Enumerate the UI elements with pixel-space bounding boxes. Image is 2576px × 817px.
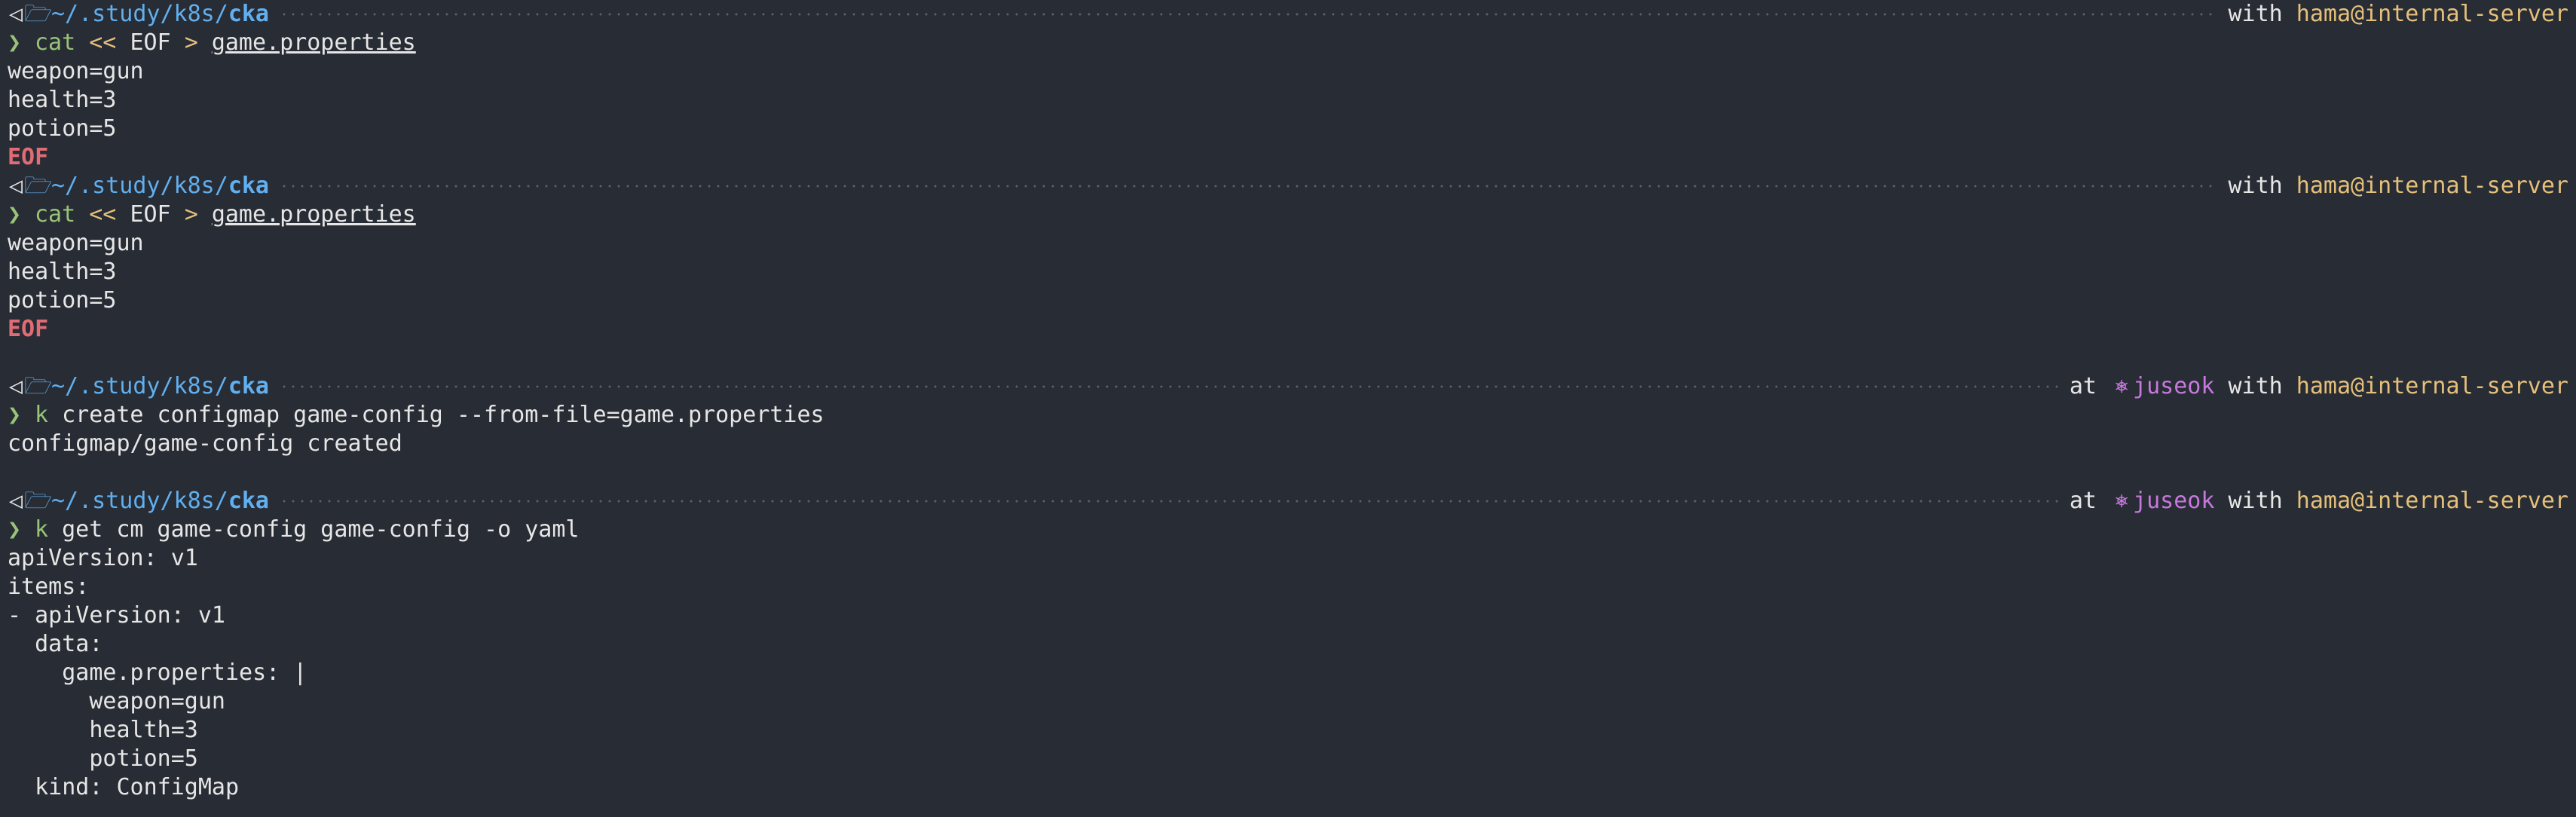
command-line[interactable]: ❯ k get cm game-config game-config -o yam… — [8, 516, 2568, 544]
prompt-filler — [280, 385, 2059, 388]
command-name: k — [35, 402, 49, 428]
kubernetes-context-icon: ⎈ — [2114, 488, 2129, 514]
user-host: hama@internal-server — [2296, 173, 2568, 199]
prompt-path-current: cka — [228, 173, 269, 199]
os-icon: ◁ — [8, 488, 23, 514]
output-line: potion=5 — [8, 745, 198, 772]
folder-icon: 🗁 — [24, 173, 53, 199]
folder-icon: 🗁 — [24, 488, 53, 514]
prompt-path: ~/.study/k8s/ — [51, 173, 228, 199]
user-host: hama@internal-server — [2296, 373, 2568, 399]
heredoc-line: health=3 — [8, 259, 117, 285]
kubernetes-context-icon: ⎈ — [2114, 373, 2129, 399]
output-line: data: — [8, 631, 103, 657]
output-line: kind: ConfigMap — [8, 774, 240, 800]
folder-icon: 🗁 — [24, 373, 53, 399]
kube-context: juseok — [2133, 373, 2215, 399]
prompt-line: ◁ 🗁 ~/.study/k8s/cka at ⎈ juseok with ham… — [8, 487, 2568, 516]
heredoc-line: potion=5 — [8, 287, 117, 314]
prompt-path-current: cka — [228, 488, 269, 514]
chevron-icon: ❯ — [8, 516, 22, 543]
file-name: game.properties — [211, 29, 416, 56]
output-line: - apiVersion: v1 — [8, 602, 225, 629]
output-line: health=3 — [8, 717, 198, 743]
command-name: k — [35, 516, 49, 543]
redirect-operator: > — [184, 201, 198, 228]
with-word: with — [2228, 373, 2283, 399]
kube-context: juseok — [2133, 488, 2215, 514]
prompt-filler — [280, 185, 2218, 188]
prompt-path: ~/.study/k8s/ — [51, 488, 228, 514]
prompt-filler — [280, 500, 2059, 503]
chevron-icon: ❯ — [8, 402, 22, 428]
user-host: hama@internal-server — [2296, 488, 2568, 514]
heredoc-delimiter: EOF — [130, 29, 171, 56]
prompt-path: ~/.study/k8s/ — [51, 373, 228, 399]
output-line: items: — [8, 574, 90, 600]
command-name: cat — [35, 29, 76, 56]
at-word: at — [2069, 373, 2097, 399]
output-line: configmap/game-config created — [8, 430, 402, 457]
heredoc-terminator: EOF — [8, 316, 49, 342]
chevron-icon: ❯ — [8, 29, 22, 56]
user-host: hama@internal-server — [2296, 1, 2568, 27]
chevron-icon: ❯ — [8, 201, 22, 228]
command-line[interactable]: ❯ k create configmap game-config --from-f… — [8, 401, 2568, 430]
command-name: cat — [35, 201, 76, 228]
heredoc-operator: << — [89, 201, 117, 228]
prompt-line: ◁ 🗁 ~/.study/k8s/cka at ⎈ juseok with ham… — [8, 372, 2568, 401]
with-word: with — [2228, 1, 2283, 27]
prompt-path-current: cka — [228, 1, 269, 27]
heredoc-line: potion=5 — [8, 115, 117, 142]
command-args: create configmap game-config --from-file… — [62, 402, 825, 428]
heredoc-line: weapon=gun — [8, 58, 144, 84]
prompt-path: ~/.study/k8s/ — [51, 1, 228, 27]
prompt-path-current: cka — [228, 373, 269, 399]
os-icon: ◁ — [8, 373, 23, 399]
heredoc-terminator: EOF — [8, 144, 49, 170]
os-icon: ◁ — [8, 1, 23, 27]
with-word: with — [2228, 488, 2283, 514]
redirect-operator: > — [184, 29, 198, 56]
output-line: weapon=gun — [8, 688, 225, 714]
command-args: get cm game-config game-config -o yaml — [62, 516, 580, 543]
command-line[interactable]: ❯ cat << EOF > game.properties — [8, 29, 2568, 57]
output-line: game.properties: | — [8, 659, 307, 686]
heredoc-operator: << — [89, 29, 117, 56]
with-word: with — [2228, 173, 2283, 199]
heredoc-delimiter: EOF — [130, 201, 171, 228]
prompt-line: ◁ 🗁 ~/.study/k8s/cka with hama@internal-… — [8, 0, 2568, 29]
heredoc-line: weapon=gun — [8, 230, 144, 256]
file-name: game.properties — [211, 201, 416, 228]
heredoc-line: health=3 — [8, 87, 117, 113]
prompt-line: ◁ 🗁 ~/.study/k8s/cka with hama@internal-… — [8, 172, 2568, 200]
os-icon: ◁ — [8, 173, 23, 199]
output-line: apiVersion: v1 — [8, 545, 198, 571]
at-word: at — [2069, 488, 2097, 514]
command-line[interactable]: ❯ cat << EOF > game.properties — [8, 200, 2568, 229]
prompt-filler — [280, 13, 2218, 16]
folder-icon: 🗁 — [24, 1, 53, 27]
terminal-window[interactable]: ◁ 🗁 ~/.study/k8s/cka with hama@internal-… — [0, 0, 2576, 817]
